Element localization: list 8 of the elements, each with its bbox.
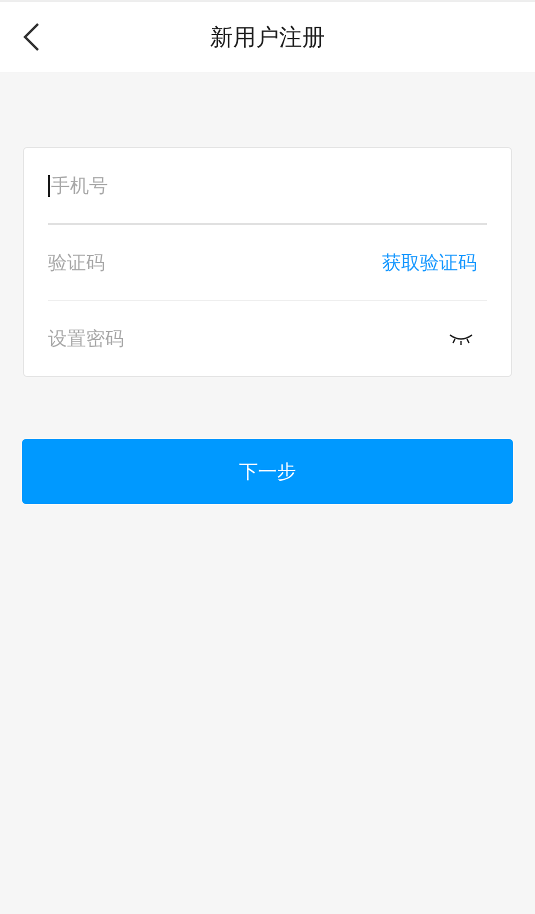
page-title: 新用户注册 bbox=[210, 24, 325, 52]
next-button[interactable]: 下一步 bbox=[22, 439, 513, 504]
get-code-link[interactable]: 获取验证码 bbox=[382, 250, 477, 276]
input-field[interactable]: 设置密码 bbox=[48, 328, 449, 350]
input-field[interactable]: 验证码 bbox=[48, 252, 382, 274]
back-icon[interactable] bbox=[22, 22, 40, 52]
eye-closed-icon[interactable] bbox=[449, 332, 473, 346]
input-field[interactable]: 手机号 bbox=[48, 174, 487, 196]
